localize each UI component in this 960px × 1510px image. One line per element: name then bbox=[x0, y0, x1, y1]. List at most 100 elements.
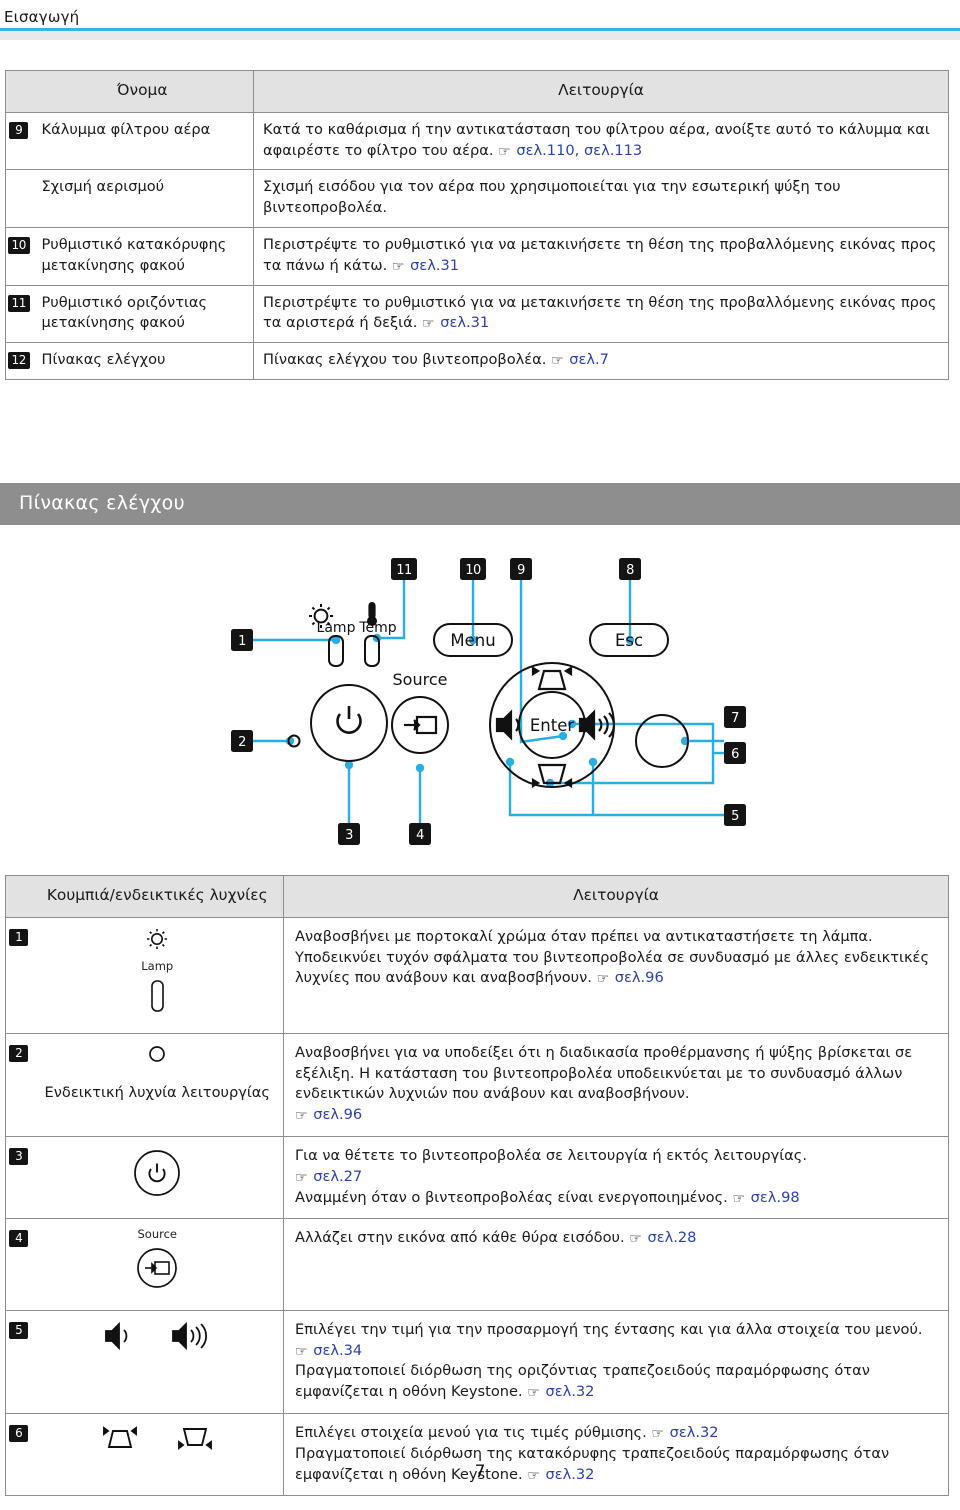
control-function: Αναβοσβήνει για να υποδείξει ότι η διαδι… bbox=[283, 1032, 949, 1137]
lamp-icon-caption: Lamp bbox=[141, 958, 174, 973]
power-led-circle-icon bbox=[149, 1046, 166, 1062]
svg-text:8: 8 bbox=[626, 563, 634, 578]
function-text: Πίνακας ελέγχου του βιντεοπροβολέα. bbox=[263, 351, 547, 369]
volume-down-icon bbox=[495, 709, 520, 741]
page-reference-link[interactable]: σελ.32 bbox=[545, 1383, 594, 1400]
part-name: Κάλυμμα φίλτρου αέρα bbox=[31, 111, 254, 171]
control-function: Επιλέγει την τιμή για την προσαρμογή της… bbox=[283, 1309, 949, 1415]
page-reference-link[interactable]: σελ.34 bbox=[313, 1342, 362, 1359]
enter-label: Enter bbox=[530, 716, 575, 735]
table-row: 10 Ρυθμιστικό κατακόρυφης μετακίνησης φα… bbox=[5, 226, 949, 286]
part-function: Περιστρέψτε το ρυθμιστικό για να μετακιν… bbox=[253, 226, 949, 286]
lamp-led-icon bbox=[151, 980, 165, 1013]
keystone-buttons-icon bbox=[38, 1422, 278, 1454]
callout-badge: 12 bbox=[7, 352, 30, 370]
row-number-cell: 6 bbox=[5, 1412, 32, 1497]
function-text: Επιλέγει την τιμή για την προσαρμογή της… bbox=[295, 1320, 923, 1338]
lamp-indicator-icon: Lamp bbox=[38, 926, 278, 1023]
control-icon-cell: Ενδεικτική λυχνία λειτουργίας bbox=[31, 1032, 284, 1137]
page-reference-link[interactable]: σελ.32 bbox=[670, 1424, 719, 1441]
callout-7: 7 bbox=[724, 706, 746, 728]
pointing-hand-icon: ☞ bbox=[295, 1343, 308, 1360]
svg-text:10: 10 bbox=[465, 563, 481, 578]
callout-badge: 1 bbox=[9, 928, 29, 946]
row-number-cell: 2 bbox=[5, 1032, 32, 1137]
control-function: Επιλέγει στοιχεία μενού για τις τιμές ρύ… bbox=[283, 1412, 949, 1497]
svg-text:5: 5 bbox=[731, 809, 739, 824]
part-function: Κατά το καθάρισμα ή την αντικατάσταση το… bbox=[253, 111, 949, 171]
callout-5: 5 bbox=[724, 804, 746, 826]
function-text: Αναμμένη όταν ο βιντεοπροβολέας είναι εν… bbox=[295, 1188, 728, 1206]
volume-buttons-icon bbox=[38, 1319, 278, 1353]
header-gray-band bbox=[0, 31, 960, 40]
svg-text:11: 11 bbox=[396, 563, 412, 578]
part-function: Πίνακας ελέγχου του βιντεοπροβολέα. ☞ σε… bbox=[253, 342, 949, 380]
svg-text:7: 7 bbox=[731, 711, 739, 726]
callout-badge: 6 bbox=[9, 1425, 29, 1442]
power-button-glyph bbox=[134, 1150, 181, 1196]
lamp-bulb-icon bbox=[147, 928, 168, 949]
pointing-hand-icon: ☞ bbox=[596, 971, 610, 988]
page-reference-link[interactable]: σελ.31 bbox=[410, 257, 459, 274]
part-function: Σχισμή εισόδου για τον αέρα που χρησιμοπ… bbox=[253, 169, 949, 228]
pointing-hand-icon: ☞ bbox=[498, 143, 511, 160]
pointing-hand-icon: ☞ bbox=[651, 1426, 664, 1442]
source-glyph bbox=[404, 715, 438, 735]
page-header: Εισαγωγή bbox=[0, 0, 960, 46]
page-reference-link[interactable]: σελ.31 bbox=[440, 314, 489, 331]
function-text: Για να θέτετε το βιντεοπροβολέα σε λειτο… bbox=[295, 1146, 807, 1164]
volume-down-icon bbox=[104, 1321, 127, 1350]
page-reference-link[interactable]: σελ.113 bbox=[584, 142, 642, 159]
pointing-hand-icon: ☞ bbox=[422, 316, 435, 333]
page-reference-link[interactable]: σελ.27 bbox=[313, 1168, 362, 1185]
pointing-hand-icon: ☞ bbox=[551, 353, 564, 370]
breadcrumb: Εισαγωγή bbox=[4, 8, 80, 26]
part-name: Ρυθμιστικό οριζόντιας μετακίνησης φακού bbox=[31, 284, 254, 344]
callout-badge: 5 bbox=[9, 1321, 29, 1339]
row-number-cell bbox=[5, 169, 32, 228]
page-reference-link[interactable]: σελ.7 bbox=[569, 351, 609, 368]
extra-round-button bbox=[635, 714, 689, 768]
part-name: Σχισμή αερισμού bbox=[31, 169, 254, 228]
leader-dot bbox=[588, 757, 598, 767]
col-header-function: Λειτουργία bbox=[283, 875, 949, 918]
table-row: 6 Επιλέγει στοιχεία μενού για τις τιμές … bbox=[5, 1412, 949, 1497]
table-row: 9 Κάλυμμα φίλτρου αέρα Κατά το καθάρισμα… bbox=[5, 111, 949, 171]
callout-badge: 10 bbox=[7, 236, 30, 254]
control-function: Αναβοσβήνει με πορτοκαλί χρώμα όταν πρέπ… bbox=[283, 916, 949, 1034]
keystone-down-icon bbox=[531, 763, 573, 788]
table-header-row: Κουμπιά/ενδεικτικές λυχνίες Λειτουργία bbox=[5, 875, 949, 918]
page-number: 7 bbox=[474, 1462, 486, 1482]
table-row: 2 Ενδεικτική λυχνία λειτουργίας Αναβοσβή… bbox=[5, 1032, 949, 1137]
power-indicator-icon: Ενδεικτική λυχνία λειτουργίας bbox=[38, 1042, 278, 1103]
page-reference-link[interactable]: σελ.28 bbox=[647, 1229, 696, 1246]
page-reference-link[interactable]: σελ.110, bbox=[516, 142, 579, 159]
col-header-buttons: Κουμπιά/ενδεικτικές λυχνίες bbox=[31, 875, 284, 918]
col-header-number bbox=[5, 70, 32, 113]
callout-badge: 2 bbox=[9, 1044, 29, 1062]
table-row: 12 Πίνακας ελέγχου Πίνακας ελέγχου του β… bbox=[5, 342, 949, 380]
callout-1: 1 bbox=[231, 629, 253, 651]
pointing-hand-icon: ☞ bbox=[295, 1169, 308, 1186]
table-row: 11 Ρυθμιστικό οριζόντιας μετακίνησης φακ… bbox=[5, 284, 949, 344]
callout-9: 9 bbox=[510, 558, 532, 580]
table-row: 1 Lamp Αναβοσβήνει με πορτοκαλί χρώμα ότ… bbox=[5, 916, 949, 1034]
control-icon-cell bbox=[31, 1412, 284, 1497]
table-row: 5 Επιλέγει την τιμή για την προσαρμογή τ… bbox=[5, 1309, 949, 1415]
row-number-cell: 1 bbox=[5, 916, 32, 1034]
page-reference-link[interactable]: σελ.96 bbox=[313, 1106, 362, 1123]
row-number-cell: 4 bbox=[5, 1218, 32, 1311]
control-icon-cell: Source bbox=[31, 1218, 284, 1311]
leader-dot bbox=[505, 757, 515, 767]
row-number-cell: 9 bbox=[5, 111, 32, 171]
part-name: Πίνακας ελέγχου bbox=[31, 342, 254, 380]
callout-badges: 1 2 3 4 5 6 7 8 9 10 11 bbox=[231, 558, 746, 845]
page-reference-link[interactable]: σελ.98 bbox=[751, 1189, 800, 1206]
leader-dot bbox=[415, 763, 425, 773]
svg-text:2: 2 bbox=[238, 735, 246, 750]
callout-badge: 3 bbox=[9, 1147, 29, 1165]
callout-3: 3 bbox=[338, 823, 360, 845]
page-reference-link[interactable]: σελ.96 bbox=[615, 969, 664, 986]
controls-table: Κουμπιά/ενδεικτικές λυχνίες Λειτουργία 1… bbox=[5, 875, 949, 1497]
col-header-function: Λειτουργία bbox=[253, 70, 949, 113]
